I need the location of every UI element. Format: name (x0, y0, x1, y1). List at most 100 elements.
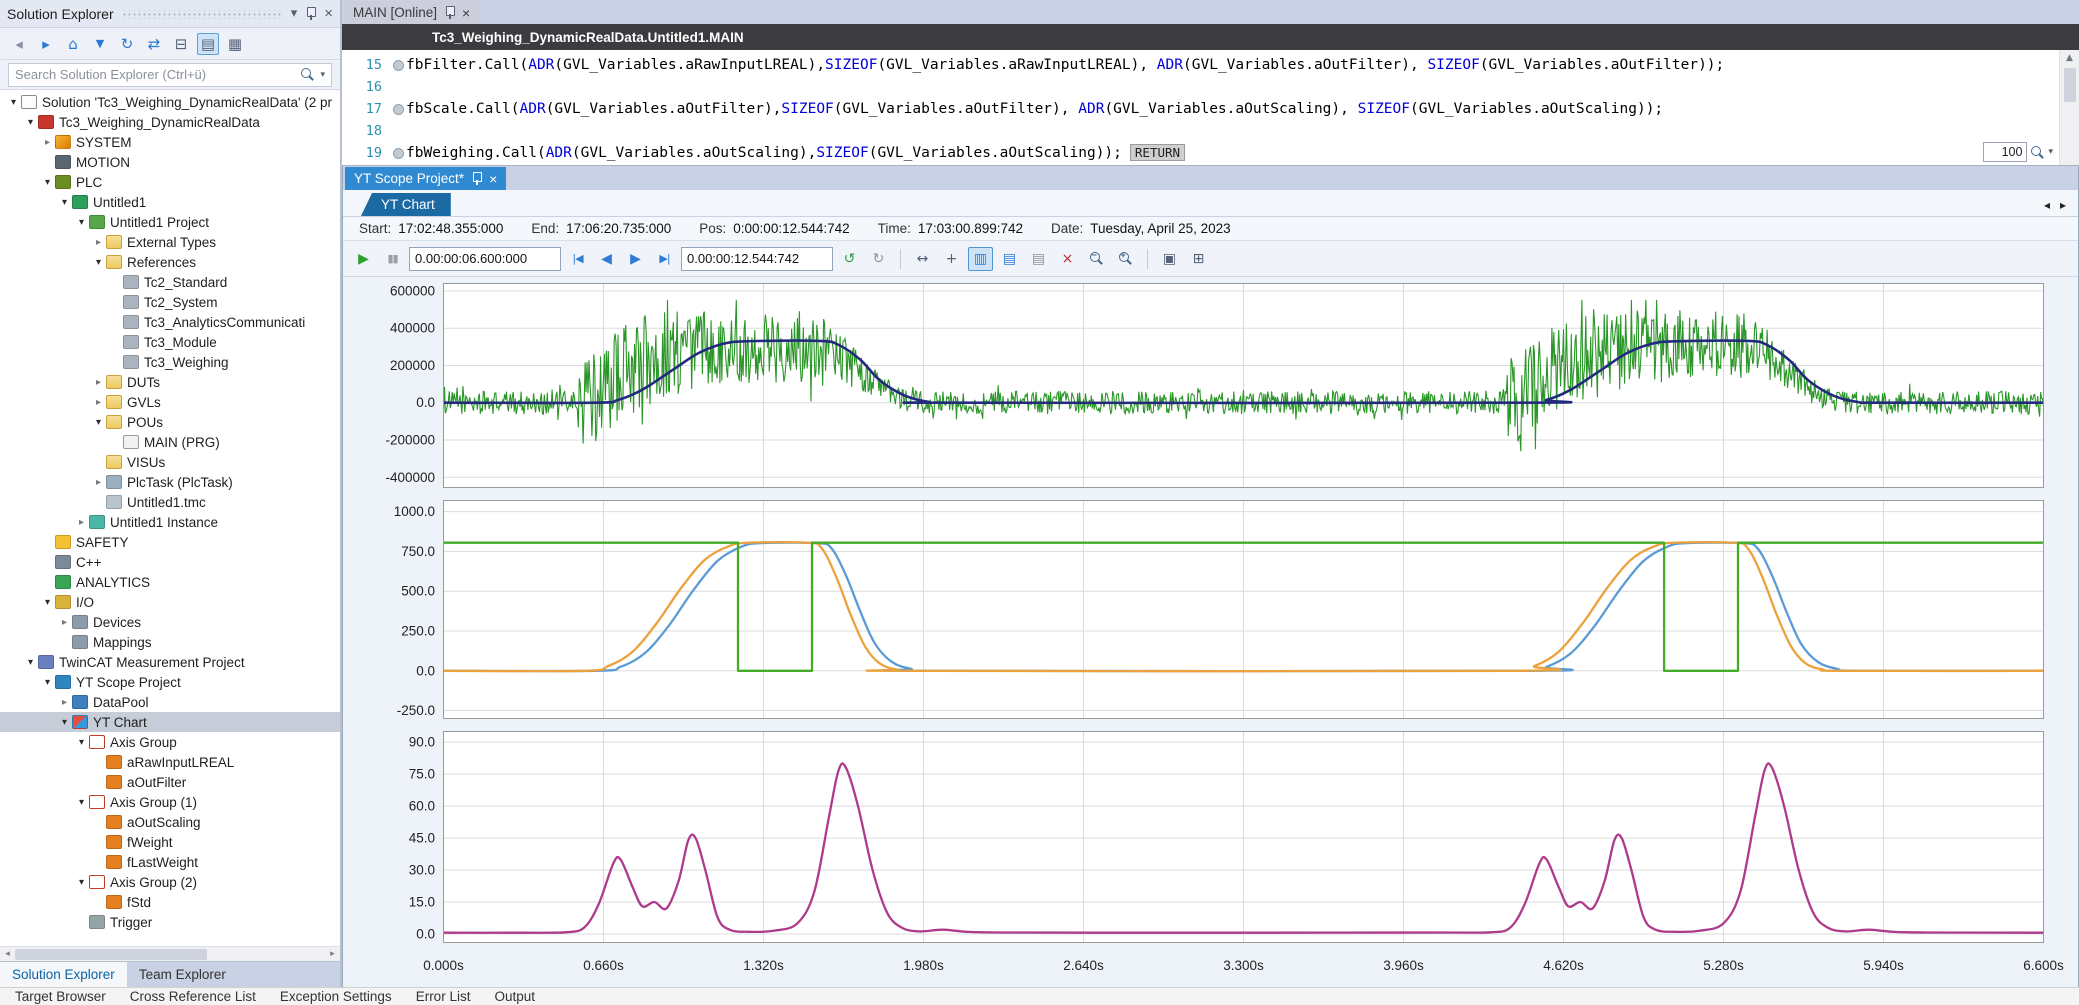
tree-item-arawinputlreal[interactable]: aRawInputLREAL (0, 752, 340, 772)
tree-item-tc2-standard[interactable]: Tc2_Standard (0, 272, 340, 292)
jump-start-button[interactable]: |◀ (565, 247, 590, 271)
chart-std[interactable]: 90.075.060.045.030.015.00.0 (351, 731, 2064, 943)
tree-item-plctask-plctask[interactable]: ▸PlcTask (PlcTask) (0, 472, 340, 492)
tree-item-duts[interactable]: ▸DUTs (0, 372, 340, 392)
expander-icon[interactable]: ▾ (74, 877, 89, 888)
pin-icon[interactable] (305, 6, 316, 21)
pin-icon[interactable] (444, 5, 455, 20)
expander-icon[interactable]: ▾ (40, 677, 55, 688)
expander-icon[interactable]: ▸ (40, 137, 55, 148)
pin-icon[interactable] (471, 171, 482, 186)
tree-item-system[interactable]: ▸SYSTEM (0, 132, 340, 152)
scrollbar-track[interactable] (15, 947, 325, 961)
tab-yt-chart[interactable]: YT Chart (361, 193, 451, 216)
tree-item-aoutscaling[interactable]: aOutScaling (0, 812, 340, 832)
breakpoint-marker[interactable] (390, 148, 406, 159)
tree-item-tc3-module[interactable]: Tc3_Module (0, 332, 340, 352)
remove-cursor-button[interactable]: × (1055, 247, 1080, 271)
tree-item-c[interactable]: C++ (0, 552, 340, 572)
expander-icon[interactable]: ▾ (74, 737, 89, 748)
code-text[interactable]: fbFilter.Call(ADR(GVL_Variables.aRawInpu… (406, 57, 1724, 73)
chart-scaling-weight[interactable]: 1000.0750.0500.0250.00.0-250.0 (351, 500, 2064, 719)
code-line-19[interactable]: 19fbWeighing.Call(ADR(GVL_Variables.aOut… (342, 142, 2079, 164)
code-text[interactable]: fbWeighing.Call(ADR(GVL_Variables.aOutSc… (406, 145, 1185, 161)
expander-icon[interactable]: ▾ (40, 597, 55, 608)
chart-plot[interactable]: 6000004000002000000.0-200000-400000 (351, 283, 2064, 488)
tree-item-untitled1[interactable]: ▾Untitled1 (0, 192, 340, 212)
chart-plot[interactable]: 1000.0750.0500.0250.00.0-250.0 (351, 500, 2064, 719)
back-icon[interactable]: ◂ (8, 33, 30, 55)
tree-item-fweight[interactable]: fWeight (0, 832, 340, 852)
tree-item-fstd[interactable]: fStd (0, 892, 340, 912)
tree-item-twincat-measurement-project[interactable]: ▾TwinCAT Measurement Project (0, 652, 340, 672)
step-back-button[interactable]: ◀ (594, 247, 619, 271)
tree-item-motion[interactable]: MOTION (0, 152, 340, 172)
breakpoint-marker[interactable] (390, 104, 406, 115)
tree-item-tc3-weighing[interactable]: Tc3_Weighing (0, 352, 340, 372)
tree-item-pous[interactable]: ▾POUs (0, 412, 340, 432)
tree-item-tc2-system[interactable]: Tc2_System (0, 292, 340, 312)
tab-main-online[interactable]: MAIN [Online] × (344, 1, 479, 24)
bottom-tab-cross-reference-list[interactable]: Cross Reference List (119, 989, 267, 1004)
expander-icon[interactable]: ▸ (57, 617, 72, 628)
panel-layout-button[interactable]: ⊞ (1186, 247, 1211, 271)
expander-icon[interactable]: ▾ (74, 217, 89, 228)
tree-item-axis-group[interactable]: ▾Axis Group (0, 732, 340, 752)
tree-item-untitled1-project[interactable]: ▾Untitled1 Project (0, 212, 340, 232)
expander-icon[interactable]: ▸ (74, 517, 89, 528)
chevron-right-icon[interactable]: ▸ (2060, 198, 2066, 212)
code-line-15[interactable]: 15fbFilter.Call(ADR(GVL_Variables.aRawIn… (342, 54, 2079, 76)
expander-icon[interactable]: ▾ (6, 97, 21, 108)
tree-item-references[interactable]: ▾References (0, 252, 340, 272)
bottom-tab-output[interactable]: Output (483, 989, 546, 1004)
tree-item-plc[interactable]: ▾PLC (0, 172, 340, 192)
code-editor[interactable]: 15fbFilter.Call(ADR(GVL_Variables.aRawIn… (342, 50, 2079, 166)
expander-icon[interactable]: ▾ (57, 717, 72, 728)
chevron-down-icon[interactable]: ▾ (320, 70, 325, 80)
vertical-scrollbar[interactable]: ▲ (2059, 50, 2079, 165)
tree-item-yt-chart[interactable]: ▾YT Chart (0, 712, 340, 732)
tree-item-visus[interactable]: VISUs (0, 452, 340, 472)
chart-cursor-y-button[interactable]: ▤ (1026, 247, 1051, 271)
expander-icon[interactable]: ▸ (91, 237, 106, 248)
tree-item-axis-group-2[interactable]: ▾Axis Group (2) (0, 872, 340, 892)
zoom-icon[interactable] (2031, 146, 2044, 159)
breakpoint-marker[interactable] (390, 60, 406, 71)
close-icon[interactable]: × (324, 6, 333, 21)
expander-icon[interactable]: ▸ (91, 477, 106, 488)
tree-item-external-types[interactable]: ▸External Types (0, 232, 340, 252)
tree-item-devices[interactable]: ▸Devices (0, 612, 340, 632)
tree-item-mappings[interactable]: Mappings (0, 632, 340, 652)
zoom-level[interactable]: 100 (1983, 142, 2027, 162)
expander-icon[interactable]: ▸ (57, 697, 72, 708)
expander-icon[interactable]: ▾ (91, 257, 106, 268)
horizontal-scrollbar[interactable]: ◂ ▸ (0, 946, 340, 961)
chevron-down-icon[interactable]: ▾ (2048, 147, 2053, 157)
code-text[interactable]: fbScale.Call(ADR(GVL_Variables.aOutFilte… (406, 101, 1663, 117)
expander-icon[interactable]: ▾ (57, 197, 72, 208)
breadcrumb[interactable]: Tc3_Weighing_DynamicRealData.Untitled1.M… (342, 24, 2079, 50)
refresh-icon[interactable]: ↻ (116, 33, 138, 55)
tree-item-untitled1-tmc[interactable]: Untitled1.tmc (0, 492, 340, 512)
tree-item-safety[interactable]: SAFETY (0, 532, 340, 552)
overview-toggle-button[interactable]: ▥ (968, 247, 993, 271)
pause-button[interactable]: ▮▮ (380, 247, 405, 271)
tree-item-flastweight[interactable]: fLastWeight (0, 852, 340, 872)
scrollbar-thumb[interactable] (2064, 68, 2076, 102)
expander-icon[interactable]: ▸ (91, 397, 106, 408)
code-line-18[interactable]: 18 (342, 120, 2079, 142)
jump-end-button[interactable]: ▶| (652, 247, 677, 271)
tool-tab-team-explorer[interactable]: Team Explorer (127, 962, 238, 987)
code-line-16[interactable]: 16 (342, 76, 2079, 98)
drag-grip[interactable] (122, 10, 283, 19)
tree-item-analytics[interactable]: ANALYTICS (0, 572, 340, 592)
scroll-up-icon[interactable]: ▲ (2066, 50, 2073, 63)
expander-icon[interactable]: ▾ (74, 797, 89, 808)
tree-item-trigger[interactable]: Trigger (0, 912, 340, 932)
home-icon[interactable]: ⌂ (62, 33, 84, 55)
expander-icon[interactable]: ▾ (23, 657, 38, 668)
tree-item-gvls[interactable]: ▸GVLs (0, 392, 340, 412)
preview-selected-items-icon[interactable]: ▤ (197, 33, 219, 55)
scrollbar-thumb[interactable] (15, 949, 207, 960)
tree-item-main-prg[interactable]: MAIN (PRG) (0, 432, 340, 452)
